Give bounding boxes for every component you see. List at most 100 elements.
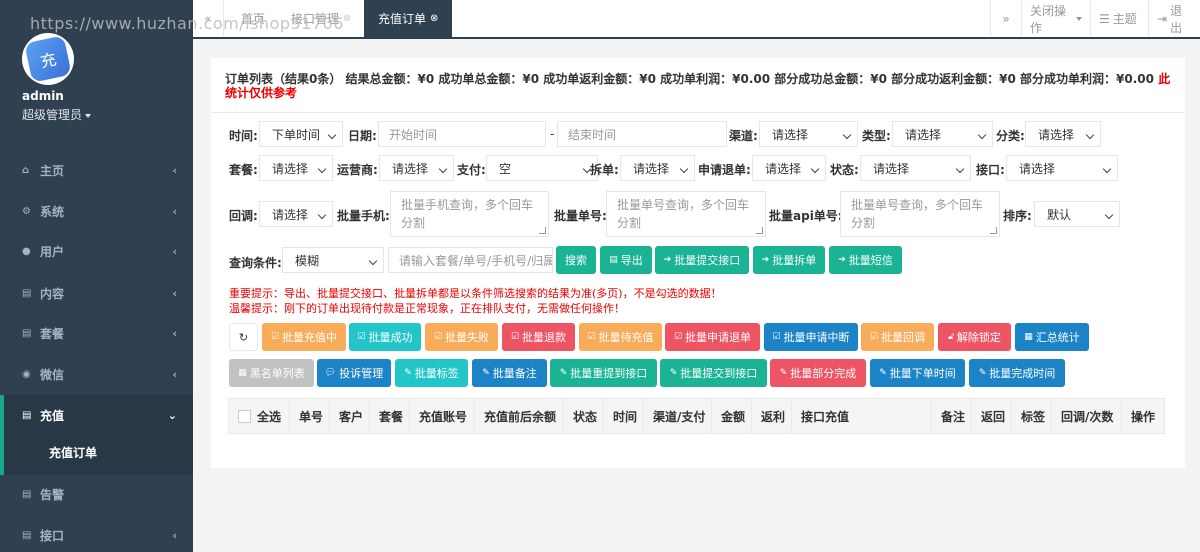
edit-icon: ✎ [978, 368, 987, 378]
tab-recharge-orders[interactable]: 充值订单 ⊗ [364, 0, 453, 37]
button-label: 批量申请退单 [685, 331, 752, 344]
close-icon[interactable]: ⊗ [343, 13, 351, 24]
batch-success-button[interactable]: ☑ 批量成功 [349, 323, 421, 351]
tab-scroll-left-button[interactable]: « [193, 0, 224, 37]
sidebar-item-users[interactable]: ● 用户 ‹ [0, 231, 193, 271]
table-header-label: 客户 [339, 409, 364, 424]
button-label: 批量重提到接口 [570, 367, 648, 380]
list-icon: ☰ [1099, 11, 1110, 26]
batch-phone-textarea[interactable]: 批量手机查询，多个回车分割 [390, 191, 549, 237]
button-label: 批量退款 [522, 331, 567, 344]
channel-select[interactable]: 请选择 [759, 121, 858, 147]
batch-tag-button[interactable]: ✎ 批量标签 [395, 359, 468, 387]
admin-role-dropdown[interactable]: 超级管理员 [22, 106, 92, 123]
sidebar-item-recharge[interactable]: ▤ 充值 ⌄ [0, 395, 193, 435]
button-label: 黑名单列表 [249, 367, 305, 380]
select-value: 下单时间 [272, 127, 321, 142]
batch-callback-button[interactable]: ☑ 批量回调 [861, 323, 934, 351]
close-icon[interactable]: ⊗ [430, 13, 438, 24]
pay-label: 支付: [457, 163, 486, 177]
avatar[interactable]: 充 [22, 33, 74, 85]
logout-button[interactable]: ⇥ 退出 [1148, 0, 1200, 37]
blacklist-button[interactable]: ▦ 黑名单列表 [229, 359, 314, 387]
edit-icon: ✎ [879, 368, 887, 378]
tab-scroll-right-button[interactable]: » [990, 0, 1021, 37]
sidebar-item-api[interactable]: ▤ 接口 ‹ [0, 515, 193, 552]
refund-request-select[interactable]: 请选择 [752, 155, 826, 181]
sidebar-item-alarm[interactable]: ▤ 告警 [0, 474, 193, 514]
category-select[interactable]: 请选择 [1025, 121, 1101, 147]
select-value: 请选择 [392, 161, 429, 176]
sidebar-subitem-recharge-orders[interactable]: 充值订单 [0, 431, 193, 475]
batch-remark-button[interactable]: ✎ 批量备注 [472, 359, 547, 387]
summary-stats-button[interactable]: ▦ 汇总统计 [1015, 323, 1089, 351]
end-time-input[interactable]: 结束时间 [557, 121, 727, 147]
batch-submit-api-button[interactable]: ➔ 批量提交接口 [655, 246, 749, 274]
time-type-select[interactable]: 下单时间 [259, 121, 343, 147]
search-button[interactable]: 搜索 [556, 246, 596, 274]
sidebar-item-package[interactable]: ▤ 套餐 ‹ [0, 313, 193, 353]
batch-partial-complete-button[interactable]: ✎ 批量部分完成 [770, 359, 866, 387]
callback-select[interactable]: 请选择 [259, 201, 333, 227]
batch-submit-to-api-button[interactable]: ✎ 批量提交到接口 [660, 359, 767, 387]
batch-sms-button[interactable]: ➔ 批量短信 [829, 246, 902, 274]
start-time-input[interactable]: 开始时间 [378, 121, 546, 147]
sidebar-item-system[interactable]: ⚙ 系统 ‹ [0, 191, 193, 231]
operator-select[interactable]: 请选择 [379, 155, 454, 181]
sign-out-icon: ⇥ [1157, 11, 1168, 26]
tab-home[interactable]: 首页 [241, 0, 265, 37]
table-header-label: 状态 [573, 409, 598, 424]
batch-pending-recharge-button[interactable]: ☑ 批量待充值 [579, 323, 662, 351]
tab-bar: « 首页 接口管理 ⊗ 充值订单 ⊗ » 关闭操作 ☰ 主题 ⇥ 退出 [193, 0, 1200, 39]
sign-in-icon: ➔ [663, 255, 672, 265]
theme-label: 主题 [1112, 12, 1137, 26]
logout-label: 退出 [1170, 3, 1183, 35]
unlock-button[interactable]: 🔓︎ 解除锁定 [938, 323, 1011, 351]
query-mode-select[interactable]: 模糊 [282, 247, 384, 273]
split-select[interactable]: 请选择 [620, 155, 695, 181]
query-keyword-input[interactable]: 请输入套餐/单号/手机号/归属地 [388, 247, 553, 273]
select-all-header[interactable]: 全选 [229, 399, 290, 433]
package-select[interactable]: 请选择 [259, 155, 333, 181]
batch-request-refund-button[interactable]: ☑ 批量申请退单 [665, 323, 760, 351]
input-placeholder: 结束时间 [568, 127, 617, 142]
batch-request-interrupt-button[interactable]: ☑ 批量申请中断 [764, 323, 858, 351]
batch-fail-button[interactable]: ☑ 批量失败 [425, 323, 498, 351]
sidebar-item-home[interactable]: ⌂ 主页 ‹ [0, 150, 193, 190]
type-select[interactable]: 请选择 [892, 121, 993, 147]
table-header: 客户 [330, 399, 370, 433]
admin-name: admin [22, 89, 64, 103]
table-header: 返利 [752, 399, 792, 433]
batch-api-order-textarea[interactable]: 批量单号查询，多个回车分割 [840, 191, 1000, 237]
date-label: 日期: [348, 129, 377, 143]
tab-api-management[interactable]: 接口管理 ⊗ [291, 0, 351, 37]
check-square-icon: ☑ [587, 332, 596, 342]
select-all-checkbox[interactable] [238, 409, 251, 423]
batch-split-button[interactable]: ➔ 批量拆单 [753, 246, 825, 274]
refresh-button[interactable]: ↻ [229, 323, 258, 351]
status-select[interactable]: 请选择 [860, 155, 971, 181]
select-value: 请选择 [633, 161, 670, 176]
sidebar-item-wechat[interactable]: ◉ 微信 ‹ [0, 354, 193, 394]
batch-api-order-label: 批量api单号: [769, 209, 843, 223]
batch-refund-button[interactable]: ☑ 批量退款 [502, 323, 575, 351]
chevron-left-icon: ‹ [172, 326, 177, 340]
batch-order-time-button[interactable]: ✎ 批量下单时间 [870, 359, 965, 387]
check-square-icon: ☑ [510, 332, 520, 342]
theme-button[interactable]: ☰ 主题 [1090, 0, 1148, 37]
batch-order-textarea[interactable]: 批量单号查询，多个回车分割 [606, 191, 766, 237]
pay-select[interactable]: 空 [486, 155, 598, 181]
edit-icon: ✎ [404, 368, 412, 378]
close-operations-dropdown[interactable]: 关闭操作 [1021, 0, 1090, 37]
sidebar-item-content[interactable]: ▤ 内容 ‹ [0, 273, 193, 313]
batch-resubmit-api-button[interactable]: ✎ 批量重提到接口 [550, 359, 657, 387]
complaint-management-button[interactable]: 💬︎ 投诉管理 [317, 359, 391, 387]
export-button[interactable]: ▤ 导出 [600, 246, 652, 274]
api-select[interactable]: 请选择 [1006, 155, 1118, 181]
sidebar-subitem-label: 充值订单 [49, 446, 98, 460]
button-label: 批量充值中 [282, 331, 338, 344]
batch-complete-time-button[interactable]: ✎ 批量完成时间 [969, 359, 1065, 387]
batch-recharging-button[interactable]: ☑ 批量充值中 [262, 323, 346, 351]
sort-select[interactable]: 默认 [1034, 201, 1120, 227]
file-icon: ▤ [22, 327, 32, 339]
